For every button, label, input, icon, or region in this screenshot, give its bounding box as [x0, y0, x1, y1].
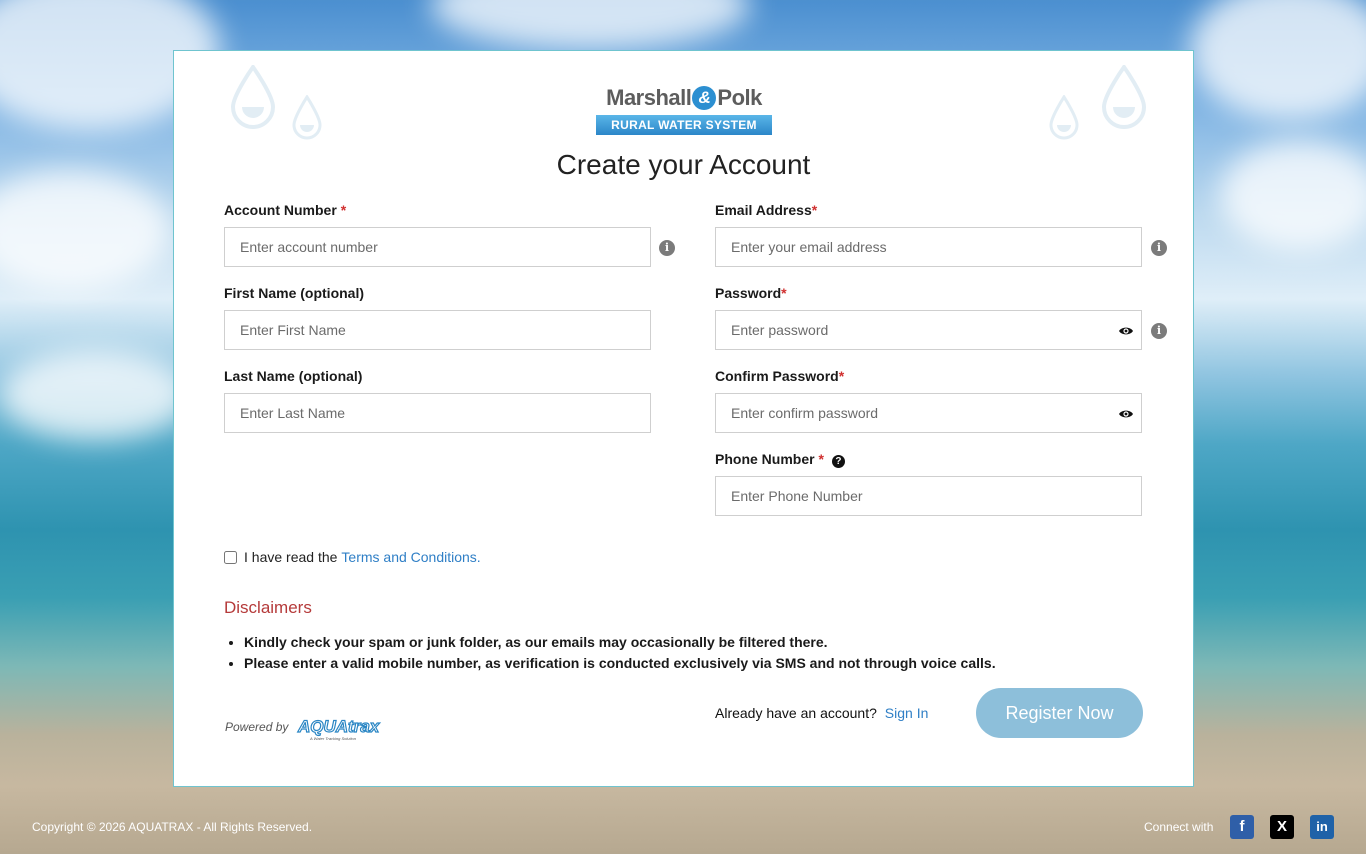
background-cloud — [1220, 140, 1366, 250]
first-name-input[interactable] — [224, 310, 651, 350]
water-drop-icon — [230, 65, 276, 129]
signin-link[interactable]: Sign In — [885, 705, 929, 721]
page-title: Create your Account — [556, 149, 811, 180]
facebook-icon[interactable]: f — [1230, 815, 1254, 839]
svg-text:AQUAtrax: AQUAtrax — [297, 717, 381, 736]
phone-input[interactable] — [715, 476, 1142, 516]
info-circle-icon[interactable]: i — [659, 240, 675, 256]
last-name-label: Last Name (optional) — [224, 368, 363, 384]
disclaimer-item: Kindly check your spam or junk folder, a… — [244, 632, 996, 653]
svg-text:A Water Tracking Solution: A Water Tracking Solution — [309, 736, 357, 741]
background-cloud — [0, 170, 170, 290]
confirm-password-label: Confirm Password* — [715, 368, 845, 384]
phone-label: Phone Number *? — [715, 451, 845, 468]
footer-copyright: Copyright © 2026 AQUATRAX - All Rights R… — [32, 820, 313, 834]
confirm-password-input[interactable] — [715, 393, 1142, 433]
marshall-polk-logo: Marshall & Polk RURAL WATER SYSTEM — [596, 81, 772, 135]
background-cloud — [430, 0, 750, 50]
terms-row: I have read the Terms and Conditions. — [224, 549, 481, 565]
powered-by: Powered by AQUAtrax A Water Tracking Sol… — [225, 711, 386, 743]
disclaimer-item: Please enter a valid mobile number, as v… — [244, 653, 996, 674]
linkedin-icon[interactable]: in — [1310, 815, 1334, 839]
background-cloud — [1190, 0, 1366, 120]
aquatrax-logo: AQUAtrax A Water Tracking Solution — [297, 716, 382, 741]
first-name-label: First Name (optional) — [224, 285, 365, 301]
terms-link[interactable]: Terms and Conditions. — [341, 549, 480, 565]
info-circle-icon[interactable]: i — [1151, 323, 1167, 339]
password-label: Password* — [715, 285, 787, 301]
water-drop-icon — [1049, 95, 1079, 140]
info-circle-icon[interactable]: i — [1151, 240, 1167, 256]
registration-card: Marshall & Polk RURAL WATER SYSTEM Create … — [173, 50, 1194, 787]
eye-icon[interactable] — [1118, 325, 1134, 337]
account-number-label: Account Number * — [224, 202, 347, 218]
disclaimers-title: Disclaimers — [224, 598, 312, 617]
x-twitter-icon[interactable]: X — [1270, 815, 1294, 839]
last-name-input[interactable] — [224, 393, 651, 433]
disclaimers-list: Kindly check your spam or junk folder, a… — [244, 632, 996, 674]
footer-connect-label: Connect with — [1144, 820, 1214, 834]
register-now-button[interactable]: Register Now — [976, 688, 1143, 738]
water-drop-icon — [292, 95, 322, 140]
background-cloud — [0, 350, 190, 440]
account-number-input[interactable] — [224, 227, 651, 267]
terms-checkbox[interactable] — [224, 550, 237, 564]
email-label: Email Address* — [715, 202, 818, 218]
password-input[interactable] — [715, 310, 1142, 350]
signin-row: Already have an account? Sign In — [715, 705, 929, 721]
email-input[interactable] — [715, 227, 1142, 267]
water-drop-icon — [1101, 65, 1147, 129]
eye-icon[interactable] — [1118, 408, 1134, 420]
question-circle-icon[interactable]: ? — [831, 455, 845, 468]
